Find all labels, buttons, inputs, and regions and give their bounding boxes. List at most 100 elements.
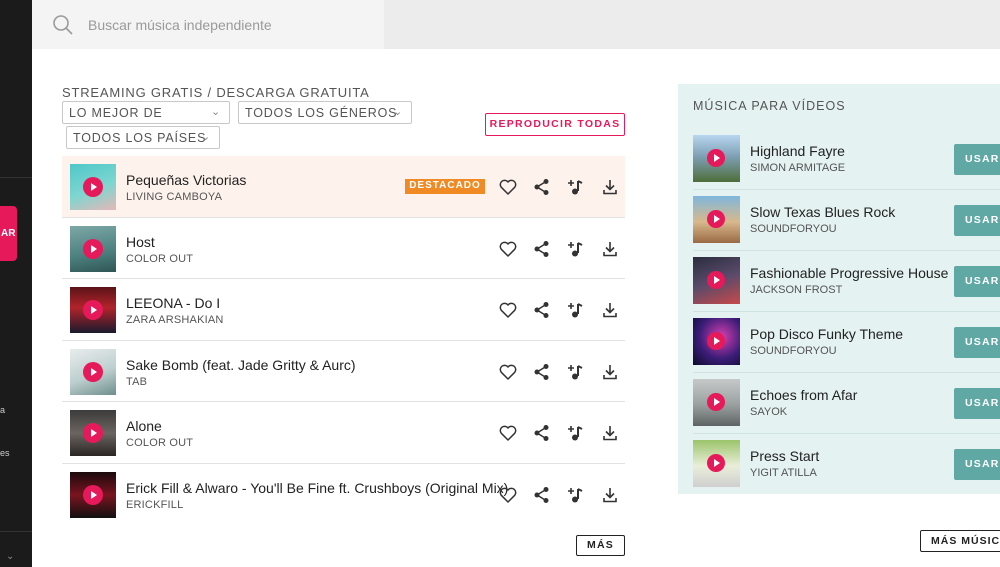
heart-icon[interactable]	[498, 177, 518, 197]
use-button[interactable]: USAR	[954, 205, 1000, 236]
track-cover[interactable]	[70, 287, 116, 333]
use-button[interactable]: USAR	[954, 266, 1000, 297]
video-track-title[interactable]: Slow Texas Blues Rock	[750, 204, 895, 220]
video-track-row[interactable]: Slow Texas Blues Rock SOUNDFORYOU USAR	[693, 190, 1000, 251]
sidebar-item-label[interactable]: a	[0, 405, 5, 415]
video-track-artist[interactable]: SOUNDFORYOU	[750, 223, 837, 235]
play-icon[interactable]	[707, 271, 725, 289]
play-icon[interactable]	[707, 149, 725, 167]
use-button[interactable]: USAR	[954, 449, 1000, 480]
play-icon[interactable]	[83, 238, 103, 259]
track-cover[interactable]	[70, 164, 116, 210]
play-icon[interactable]	[707, 210, 725, 228]
add-to-playlist-icon[interactable]	[566, 239, 586, 259]
video-track-cover[interactable]	[693, 318, 740, 365]
video-track-cover[interactable]	[693, 257, 740, 304]
play-icon[interactable]	[707, 332, 725, 350]
video-track-title[interactable]: Pop Disco Funky Theme	[750, 326, 903, 342]
video-track-row[interactable]: Echoes from Afar SAYOK USAR	[693, 373, 1000, 434]
track-cover[interactable]	[70, 410, 116, 456]
play-all-button[interactable]: REPRODUCIR TODAS	[485, 113, 625, 136]
sidebar-cta-button[interactable]: AR	[0, 206, 17, 261]
add-to-playlist-icon[interactable]	[566, 362, 586, 382]
play-icon[interactable]	[707, 454, 725, 472]
add-to-playlist-icon[interactable]	[566, 300, 586, 320]
video-track-cover[interactable]	[693, 379, 740, 426]
video-track-title[interactable]: Fashionable Progressive House	[750, 265, 948, 281]
search-box[interactable]	[32, 0, 384, 49]
track-title[interactable]: Pequeñas Victorias	[126, 172, 246, 188]
track-row[interactable]: LEEONA - Do I ZARA ARSHAKIAN	[62, 279, 625, 341]
video-track-title[interactable]: Echoes from Afar	[750, 387, 857, 403]
track-title[interactable]: Host	[126, 234, 155, 250]
track-title[interactable]: LEEONA - Do I	[126, 295, 220, 311]
video-track-artist[interactable]: SAYOK	[750, 406, 787, 418]
share-icon[interactable]	[532, 423, 552, 443]
chevron-down-icon[interactable]: ⌄	[6, 551, 14, 562]
heart-icon[interactable]	[498, 300, 518, 320]
heart-icon[interactable]	[498, 423, 518, 443]
add-to-playlist-icon[interactable]	[566, 177, 586, 197]
track-row[interactable]: Host COLOR OUT	[62, 218, 625, 279]
track-title[interactable]: Erick Fill & Alwaro - You'll Be Fine ft.…	[126, 480, 508, 496]
download-icon[interactable]	[600, 423, 620, 443]
track-title[interactable]: Sake Bomb (feat. Jade Gritty & Aurc)	[126, 357, 356, 373]
video-track-artist[interactable]: SOUNDFORYOU	[750, 345, 837, 357]
download-icon[interactable]	[600, 362, 620, 382]
track-cover[interactable]	[70, 348, 116, 395]
track-row[interactable]: Alone COLOR OUT	[62, 402, 625, 464]
play-icon[interactable]	[83, 300, 103, 320]
video-track-row[interactable]: Pop Disco Funky Theme SOUNDFORYOU USAR	[693, 312, 1000, 373]
share-icon[interactable]	[532, 239, 552, 259]
play-icon[interactable]	[83, 361, 103, 382]
download-icon[interactable]	[600, 177, 620, 197]
share-icon[interactable]	[532, 485, 552, 505]
more-music-button[interactable]: MÁS MÚSIC	[920, 530, 1000, 552]
play-icon[interactable]	[83, 423, 103, 443]
play-icon[interactable]	[83, 484, 103, 505]
use-button[interactable]: USAR	[954, 144, 1000, 175]
share-icon[interactable]	[532, 177, 552, 197]
sidebar-item-label[interactable]: es	[0, 448, 10, 458]
track-artist[interactable]: TAB	[126, 376, 147, 388]
share-icon[interactable]	[532, 300, 552, 320]
video-track-artist[interactable]: YIGIT ATILLA	[750, 467, 817, 479]
track-row[interactable]: Erick Fill & Alwaro - You'll Be Fine ft.…	[62, 464, 625, 526]
track-artist[interactable]: COLOR OUT	[126, 253, 193, 265]
play-icon[interactable]	[83, 177, 103, 197]
share-icon[interactable]	[532, 362, 552, 382]
track-row[interactable]: Sake Bomb (feat. Jade Gritty & Aurc) TAB	[62, 341, 625, 402]
more-button[interactable]: MÁS	[576, 535, 625, 556]
track-cover[interactable]	[70, 225, 116, 272]
track-artist[interactable]: LIVING CAMBOYA	[126, 191, 222, 203]
download-icon[interactable]	[600, 300, 620, 320]
video-track-title[interactable]: Press Start	[750, 448, 819, 464]
download-icon[interactable]	[600, 239, 620, 259]
genre-select[interactable]: TODOS LOS GÉNEROS ⌄	[238, 101, 412, 124]
video-track-cover[interactable]	[693, 196, 740, 243]
heart-icon[interactable]	[498, 485, 518, 505]
track-row[interactable]: Pequeñas Victorias LIVING CAMBOYA DESTAC…	[62, 156, 625, 218]
search-input[interactable]	[88, 13, 368, 37]
download-icon[interactable]	[600, 485, 620, 505]
video-track-artist[interactable]: JACKSON FROST	[750, 284, 842, 296]
track-artist[interactable]: ZARA ARSHAKIAN	[126, 314, 224, 326]
video-track-row[interactable]: Press Start YIGIT ATILLA USAR	[693, 434, 1000, 495]
use-button[interactable]: USAR	[954, 388, 1000, 419]
country-select[interactable]: TODOS LOS PAÍSES ⌄	[66, 126, 220, 149]
play-icon[interactable]	[707, 393, 725, 411]
track-title[interactable]: Alone	[126, 418, 162, 434]
video-track-cover[interactable]	[693, 135, 740, 182]
sort-select[interactable]: LO MEJOR DE ⌄	[62, 101, 230, 124]
heart-icon[interactable]	[498, 362, 518, 382]
video-track-row[interactable]: Highland Fayre SIMON ARMITAGE USAR	[693, 129, 1000, 190]
video-track-row[interactable]: Fashionable Progressive House JACKSON FR…	[693, 251, 1000, 312]
video-track-cover[interactable]	[693, 440, 740, 487]
add-to-playlist-icon[interactable]	[566, 423, 586, 443]
heart-icon[interactable]	[498, 239, 518, 259]
video-track-title[interactable]: Highland Fayre	[750, 143, 845, 159]
track-artist[interactable]: ERICKFILL	[126, 499, 183, 511]
add-to-playlist-icon[interactable]	[566, 485, 586, 505]
track-artist[interactable]: COLOR OUT	[126, 437, 193, 449]
track-cover[interactable]	[70, 471, 116, 518]
